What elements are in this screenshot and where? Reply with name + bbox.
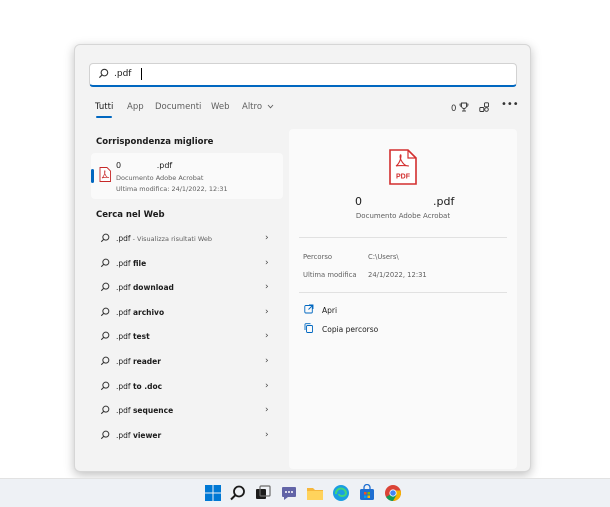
divider <box>299 292 507 293</box>
chevron-right-icon: › <box>265 429 269 440</box>
best-match-name: 0 .pdf <box>116 161 173 170</box>
search-icon[interactable] <box>229 484 247 502</box>
open-action-label: Apri <box>322 306 338 315</box>
tab-documenti[interactable]: Documenti <box>155 102 201 112</box>
search-icon <box>100 356 110 366</box>
store-icon[interactable] <box>358 484 376 502</box>
more-options-icon[interactable]: ••• <box>501 99 519 110</box>
web-result-item[interactable]: .pdf archivo › <box>89 303 285 323</box>
chrome-icon[interactable] <box>384 484 402 502</box>
web-result-label: .pdf file <box>116 258 147 268</box>
teams-chat-icon[interactable] <box>280 484 298 502</box>
tab-web[interactable]: Web <box>211 102 230 112</box>
chevron-right-icon: › <box>265 380 269 391</box>
search-icon <box>100 307 110 316</box>
rewards-points[interactable]: 0 <box>451 102 469 114</box>
search-icon <box>100 405 110 415</box>
task-view-icon[interactable] <box>254 484 272 502</box>
web-search-heading: Cerca nel Web <box>96 210 165 220</box>
edge-icon[interactable] <box>332 484 350 502</box>
search-panel: .pdf Tutti App Documenti Web Altro 0 •••… <box>74 44 531 472</box>
trophy-icon <box>459 102 469 112</box>
best-match-type: Documento Adobe Acrobat <box>116 174 204 182</box>
pdf-file-large-icon: PDF <box>389 149 417 185</box>
preview-name-prefix: 0 <box>355 195 362 208</box>
web-result-label: .pdf to .doc <box>116 381 163 391</box>
file-explorer-icon[interactable] <box>306 484 324 502</box>
search-box[interactable]: .pdf <box>89 63 517 87</box>
chevron-right-icon: › <box>265 331 269 342</box>
web-result-label: .pdf viewer <box>116 430 162 440</box>
search-icon <box>100 282 110 292</box>
chevron-right-icon: › <box>265 356 269 366</box>
search-icon <box>100 430 110 439</box>
web-result-item[interactable]: .pdf download › <box>89 278 285 298</box>
web-result-item[interactable]: .pdf to .doc › <box>89 377 285 397</box>
web-result-label: .pdf test <box>116 332 150 342</box>
best-match-heading: Corrispondenza migliore <box>96 137 214 147</box>
windows-start-icon[interactable] <box>204 484 222 502</box>
search-icon <box>98 68 109 79</box>
prop-value-percorso: C:\Users\ <box>368 253 399 261</box>
search-icon <box>100 233 110 243</box>
account-network-icon[interactable] <box>479 102 490 113</box>
web-result-item[interactable]: .pdf file › <box>89 254 285 274</box>
copy-path-label: Copia percorso <box>322 325 379 334</box>
web-result-label: .pdf sequence <box>116 406 174 416</box>
chevron-right-icon: › <box>265 257 269 268</box>
taskbar <box>0 478 610 507</box>
web-result-label: .pdf reader <box>116 357 161 366</box>
pdf-file-icon <box>99 167 111 182</box>
prop-label-modified: Ultima modifica <box>303 271 357 279</box>
tab-altro-label: Altro <box>242 102 263 112</box>
rewards-count: 0 <box>451 104 457 114</box>
best-match-modified: Ultima modifica: 24/1/2022, 12:31 <box>116 185 228 193</box>
web-result-item[interactable]: .pdf viewer › <box>89 426 285 446</box>
tab-tutti[interactable]: Tutti <box>95 102 113 118</box>
preview-pane: PDF 0 .pdf Documento Adobe Acrobat Perco… <box>289 129 517 469</box>
best-match-item[interactable]: 0 .pdf Documento Adobe Acrobat Ultima mo… <box>91 153 283 199</box>
web-result-label: .pdf archivo <box>116 307 165 317</box>
web-result-item[interactable]: .pdf sequence › <box>89 401 285 421</box>
copy-icon <box>304 323 313 333</box>
search-input[interactable]: .pdf <box>114 69 131 79</box>
search-icon <box>100 381 110 390</box>
chevron-right-icon: › <box>265 282 269 293</box>
pdf-icon-label: PDF <box>396 174 411 181</box>
divider <box>299 237 507 238</box>
search-icon <box>100 258 110 267</box>
preview-name-ext: .pdf <box>433 195 455 208</box>
prop-label-percorso: Percorso <box>303 253 333 261</box>
web-result-label: .pdf download <box>116 283 174 293</box>
web-result-item[interactable]: .pdf reader › <box>89 352 285 372</box>
chevron-right-icon: › <box>265 233 269 243</box>
tab-app[interactable]: App <box>127 102 144 112</box>
preview-file-type: Documento Adobe Acrobat <box>355 212 451 220</box>
web-result-item[interactable]: .pdf test › <box>89 327 285 347</box>
tab-altro[interactable]: Altro <box>242 102 274 112</box>
selection-indicator <box>91 169 94 183</box>
chevron-down-icon <box>267 104 274 109</box>
search-icon <box>100 332 110 341</box>
open-icon <box>304 304 314 314</box>
web-result-label: .pdf - Visualizza risultati Web <box>116 234 213 243</box>
chevron-right-icon: › <box>265 306 269 317</box>
text-caret <box>141 68 142 80</box>
prop-value-modified: 24/1/2022, 12:31 <box>368 271 427 279</box>
chevron-right-icon: › <box>265 405 269 416</box>
web-result-item[interactable]: .pdf - Visualizza risultati Web › <box>89 229 285 249</box>
